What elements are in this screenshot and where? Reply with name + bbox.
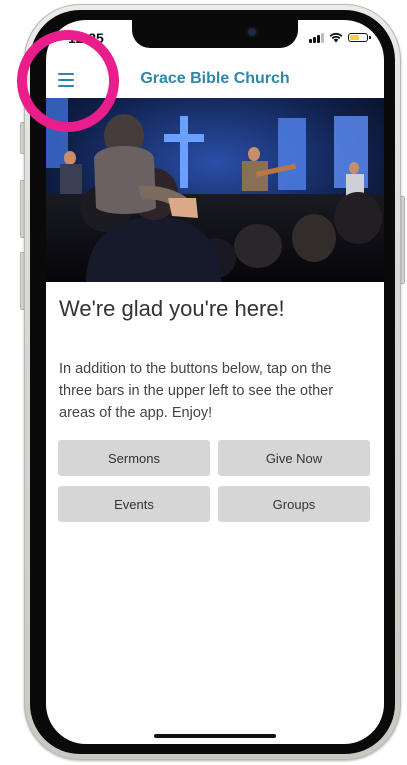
worship-stage-photo bbox=[46, 98, 384, 282]
events-button[interactable]: Events bbox=[58, 486, 210, 522]
app-title: Grace Bible Church bbox=[140, 70, 290, 87]
front-camera bbox=[248, 28, 256, 36]
battery-icon bbox=[348, 33, 371, 42]
sermons-button[interactable]: Sermons bbox=[58, 440, 210, 476]
phone-screen: 12:25 Grace Bible Church We're glad you'… bbox=[46, 20, 384, 744]
give-now-button[interactable]: Give Now bbox=[218, 440, 370, 476]
status-time: 12:25 bbox=[68, 30, 104, 46]
notch bbox=[132, 20, 298, 48]
wifi-icon bbox=[329, 32, 343, 43]
home-indicator bbox=[154, 734, 276, 738]
tutorial-screenshot: 12:25 Grace Bible Church We're glad you'… bbox=[0, 0, 407, 765]
hero-image bbox=[46, 98, 384, 282]
welcome-heading: We're glad you're here! bbox=[59, 296, 285, 321]
status-icons bbox=[309, 32, 371, 43]
app-header: Grace Bible Church bbox=[46, 64, 384, 100]
action-button-grid: Sermons Give Now Events Groups bbox=[58, 440, 370, 522]
groups-button[interactable]: Groups bbox=[218, 486, 370, 522]
signal-icon bbox=[309, 32, 324, 43]
intro-text: In addition to the buttons below, tap on… bbox=[59, 361, 334, 421]
